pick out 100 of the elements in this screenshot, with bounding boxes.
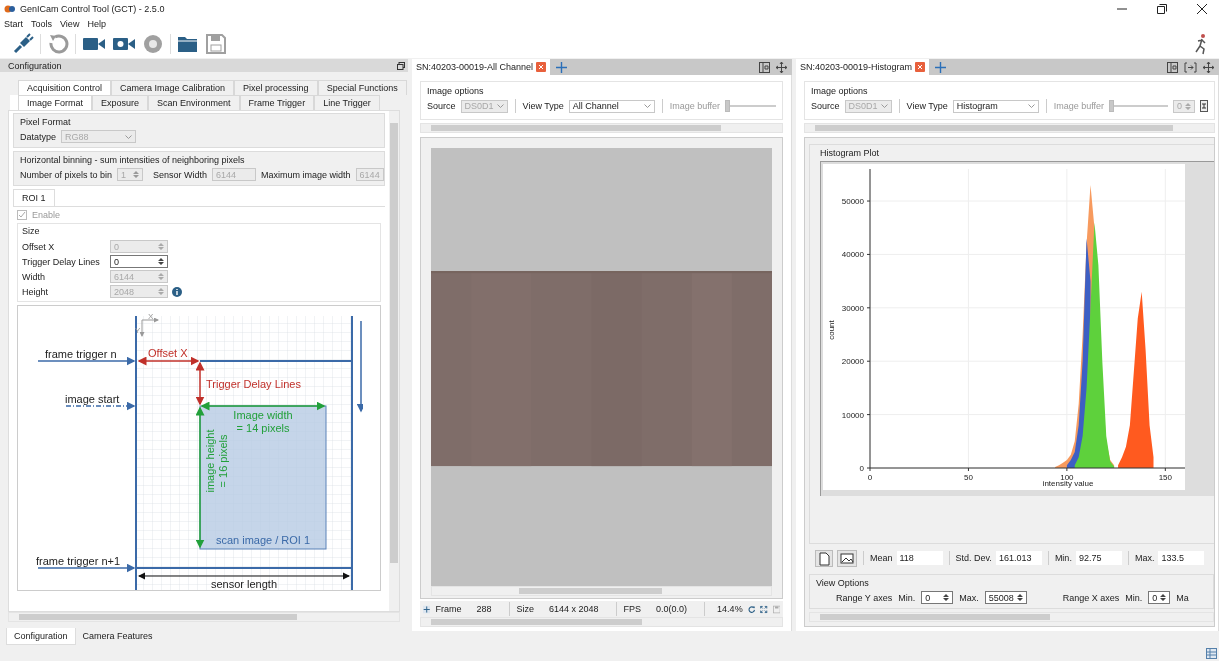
float-icon[interactable] [397, 61, 405, 70]
tab[interactable]: Line Trigger [314, 95, 380, 110]
menu-item[interactable]: View [60, 19, 80, 29]
field-label: Number of pixels to bin [20, 169, 113, 180]
tab[interactable]: ROI 1 [13, 189, 55, 206]
stat-value: 133.5 [1158, 551, 1205, 565]
field-label: Width [22, 271, 46, 282]
reload-icon[interactable] [47, 33, 69, 55]
diagram-label: frame trigger n [45, 348, 117, 360]
field-label: Sensor Width [153, 169, 208, 180]
field-label: Image buffer [1053, 101, 1105, 111]
tab[interactable]: SN:40203-00019-All Channel [412, 59, 551, 75]
caret-icon [496, 104, 504, 108]
axis-title: count [827, 320, 836, 340]
tab[interactable]: Scan Environment [148, 95, 240, 110]
grid-icon[interactable] [1206, 647, 1217, 659]
caret-icon [1027, 104, 1035, 108]
caret-icon [880, 104, 888, 108]
field-label: Image buffer [669, 101, 721, 111]
tab[interactable]: Frame Trigger [239, 95, 315, 110]
field-label: Range X axes [1062, 592, 1120, 603]
stat-label: Max. [1134, 553, 1155, 563]
status-value: 6144 x 2048 [548, 604, 600, 614]
diagram-label: frame trigger n+1 [36, 555, 121, 567]
stat-value: 161.013 [995, 551, 1042, 565]
tab[interactable]: Pixel processing [234, 80, 318, 95]
tab[interactable]: Image Format [18, 95, 93, 110]
stat-value: 118 [896, 551, 943, 565]
diagram-label: image start [65, 393, 120, 405]
expand-icon[interactable] [1184, 61, 1197, 73]
field-label: Min. [1125, 592, 1143, 603]
refresh-icon[interactable] [747, 603, 756, 615]
record-icon[interactable] [142, 33, 164, 55]
move-icon[interactable] [776, 61, 787, 73]
field-label: View Type [906, 101, 948, 111]
tick-label: 10000 [841, 410, 864, 420]
scrollbar[interactable] [431, 586, 772, 596]
add-icon[interactable] [556, 61, 568, 73]
save-icon[interactable] [205, 33, 227, 55]
zoom-level: 14.4% [717, 604, 743, 614]
field-label: Range Y axes [836, 592, 893, 603]
tick-label: 0 [867, 473, 873, 482]
collapse-icon[interactable] [1200, 100, 1208, 112]
restore-icon[interactable] [1157, 4, 1167, 14]
close-icon[interactable] [1197, 4, 1207, 14]
diagram-label: Trigger Delay Lines [206, 378, 301, 390]
plug-icon[interactable] [12, 33, 34, 55]
tab[interactable]: SN:40203-00019-Histogram [796, 59, 930, 75]
stat-value: 92.75 [1075, 551, 1122, 565]
spin-box[interactable]: 0 [1148, 591, 1171, 604]
scrollbar[interactable] [8, 612, 400, 622]
slider-handle[interactable] [1109, 100, 1115, 112]
scrollbar[interactable] [804, 123, 1215, 133]
field-label: Source [811, 101, 840, 111]
tab[interactable]: Acquisition Control [18, 80, 112, 95]
crosshair-icon[interactable] [423, 603, 431, 615]
move-icon[interactable] [1203, 61, 1214, 73]
slider-handle[interactable] [725, 100, 731, 112]
tab[interactable]: Configuration [6, 628, 76, 645]
save-icon[interactable] [772, 603, 780, 615]
field-label: Min. [898, 592, 916, 603]
tab[interactable]: Exposure [92, 95, 149, 110]
menu-item[interactable]: Tools [31, 19, 53, 29]
image-icon[interactable] [837, 549, 857, 567]
diagram-label: image height = 16 pixels [204, 429, 229, 493]
spin-box[interactable]: 0 [110, 255, 168, 268]
status-label: Frame [435, 604, 462, 614]
spin-box[interactable]: 55008 [984, 591, 1027, 604]
scrollbar[interactable] [809, 612, 1214, 622]
group-legend: View Options [816, 578, 1207, 588]
field-label: Source [427, 101, 456, 111]
status-value: 0.0(0.0) [655, 604, 689, 614]
field-label: Datatype [20, 131, 57, 142]
scrollbar[interactable] [420, 123, 783, 133]
tick-label: 150 [1158, 473, 1172, 482]
add-icon[interactable] [935, 61, 947, 73]
field-label: Offset X [22, 241, 56, 252]
tab[interactable]: Special Functions [317, 80, 407, 95]
scrollbar[interactable] [420, 617, 783, 627]
tab[interactable]: Camera Image Calibration [111, 80, 235, 95]
panel-title: Configuration [8, 60, 62, 71]
split-icon[interactable] [1167, 61, 1178, 73]
view-type-dropdown[interactable]: All Channel [568, 99, 655, 113]
tick-label: 40000 [841, 250, 864, 260]
document-icon[interactable] [815, 549, 833, 567]
split-icon[interactable] [759, 61, 770, 73]
status-label: FPS [623, 604, 642, 614]
field-label: Trigger Delay Lines [22, 256, 101, 267]
scrollbar[interactable] [389, 111, 399, 611]
view-type-dropdown[interactable]: Histogram [952, 99, 1039, 113]
menu-item[interactable]: Help [87, 19, 106, 29]
spin-box[interactable]: 0 [921, 591, 954, 604]
group-legend: Horizontal binning - sum intensities of neighboring pixels [20, 155, 378, 165]
menu-item[interactable]: Start [4, 19, 23, 29]
fit-icon[interactable] [760, 603, 768, 615]
offset-arrow [137, 356, 200, 366]
field-label: Max. [959, 592, 979, 603]
group-legend: Image options [811, 86, 1208, 96]
group-legend: Image options [427, 86, 776, 96]
tick-label: 30000 [841, 303, 864, 313]
